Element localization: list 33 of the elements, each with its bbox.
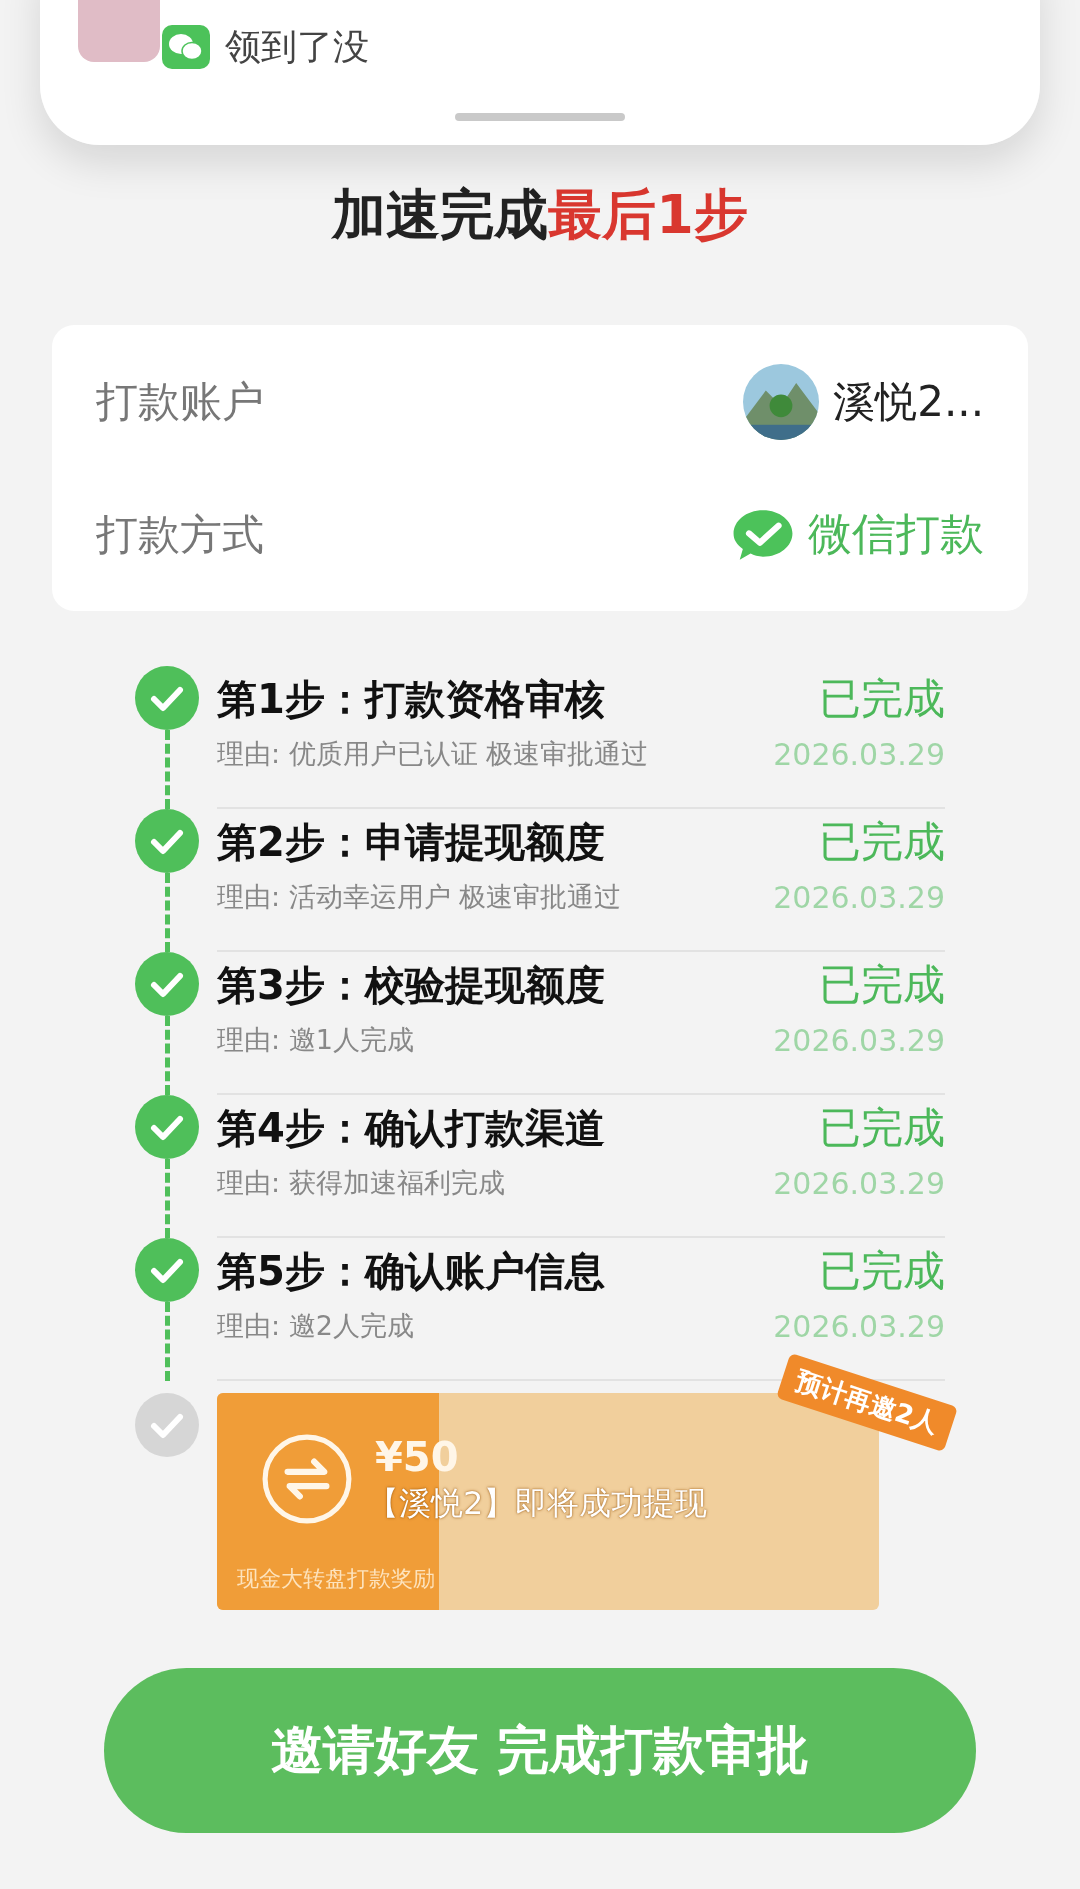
step-title: 第3步：校验提现额度: [217, 961, 605, 1010]
step-date: 2026.03.29: [773, 879, 945, 915]
payment-method: 微信打款: [808, 507, 984, 561]
app-avatar-icon: [78, 0, 160, 62]
row-label: 打款方式: [96, 508, 264, 561]
step-status: 已完成: [819, 673, 945, 725]
step-status: 已完成: [819, 1245, 945, 1297]
title-text: 加速完成: [332, 182, 549, 248]
reward-footnote: 现金大转盘打款奖励: [237, 1565, 435, 1593]
row-label: 打款账户: [96, 375, 264, 428]
notification-message: 领到了没: [225, 25, 369, 69]
step-date: 2026.03.29: [773, 1308, 945, 1344]
account-name: 溪悦2...: [833, 375, 984, 428]
step-reason: 理由: 优质用户已认证 极速审批通过: [217, 737, 649, 771]
notification-card[interactable]: 领到了没: [40, 0, 1040, 145]
step-date: 2026.03.29: [773, 1165, 945, 1201]
step-title: 第5步：确认账户信息: [217, 1247, 605, 1296]
step-status: 已完成: [819, 1102, 945, 1154]
chat-bubbles-icon: [162, 25, 210, 69]
step-status: 已完成: [819, 816, 945, 868]
step-reason: 理由: 活动幸运用户 极速审批通过: [217, 880, 622, 914]
drag-handle[interactable]: [455, 113, 625, 121]
step-status: 已完成: [819, 959, 945, 1011]
title-text: 最后1步: [548, 182, 748, 248]
step-title: 第4步：确认打款渠道: [217, 1104, 605, 1153]
step-reason: 理由: 邀2人完成: [217, 1309, 414, 1343]
step-title: 第2步：申请提现额度: [217, 818, 605, 867]
step-title: 第1步：打款资格审核: [217, 675, 605, 724]
step-date: 2026.03.29: [773, 1022, 945, 1058]
step-reason: 理由: 获得加速福利完成: [217, 1166, 505, 1200]
step-reason: 理由: 邀1人完成: [217, 1023, 414, 1057]
step-date: 2026.03.29: [773, 736, 945, 772]
swap-arrows-icon: [261, 1433, 353, 1525]
